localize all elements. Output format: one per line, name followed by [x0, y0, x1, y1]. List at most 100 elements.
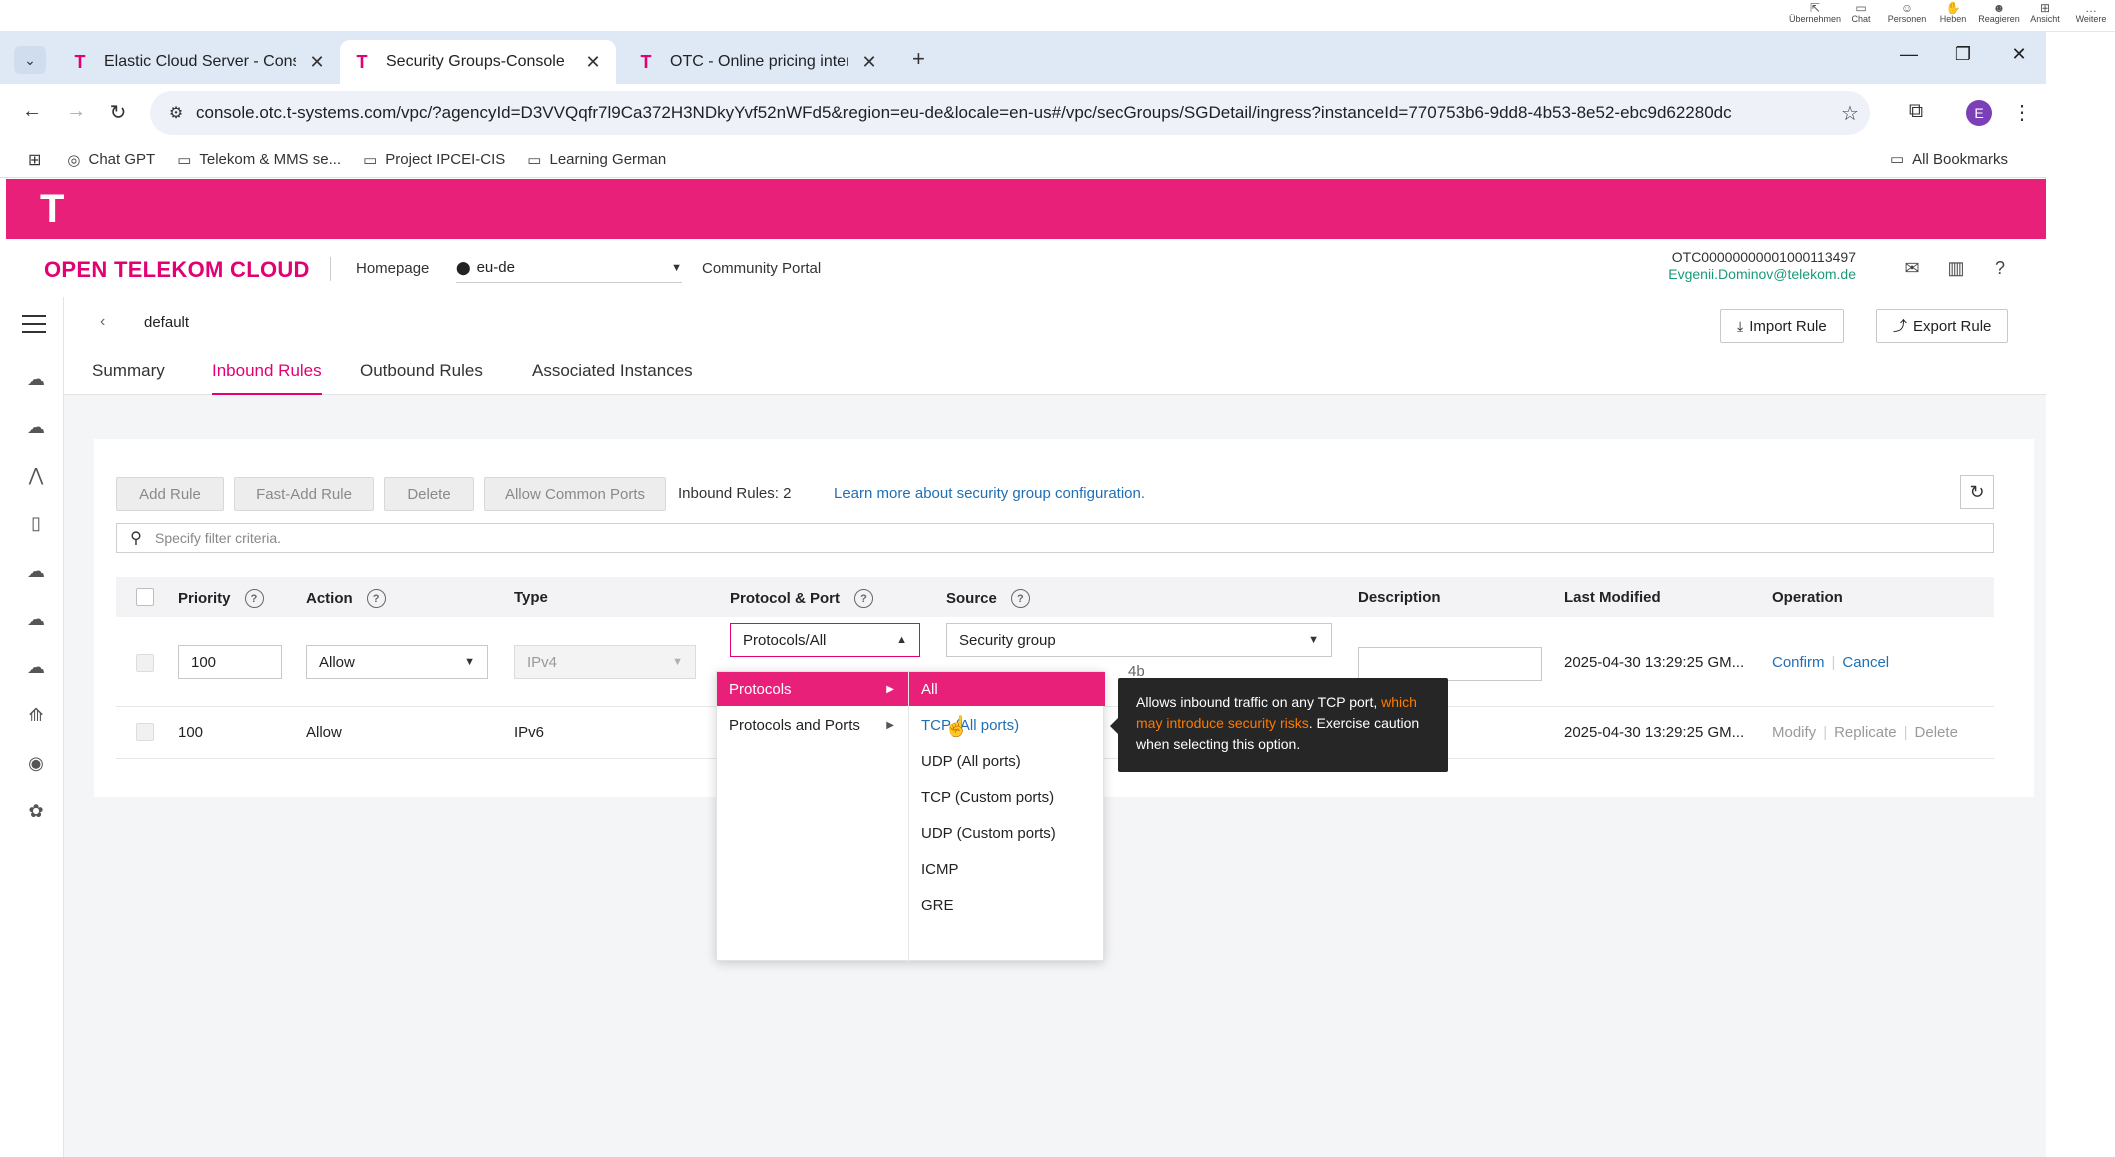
network-icon[interactable]: ⋀	[24, 463, 48, 487]
reload-icon[interactable]: ↻	[104, 100, 132, 125]
close-icon[interactable]: ✕	[858, 52, 880, 73]
bookmark-folder-german[interactable]: ▭ Learning German	[527, 151, 666, 169]
cloud-monitor-icon[interactable]: ☁	[24, 655, 48, 679]
restore-icon[interactable]: ❐	[1948, 44, 1978, 65]
export-icon: ⤴	[1893, 318, 1907, 334]
cluster-icon[interactable]: ✿	[24, 799, 48, 823]
header-action: Action?	[306, 589, 386, 608]
tab-inbound-rules[interactable]: Inbound Rules	[212, 361, 322, 395]
menu-hamburger-icon[interactable]	[22, 315, 46, 333]
browser-tab-ecs[interactable]: T Elastic Cloud Server - Console ✕	[58, 40, 340, 84]
priority-input[interactable]: 100	[178, 645, 282, 679]
forward-arrow-icon[interactable]: →	[62, 100, 90, 123]
source-type-select[interactable]: Security group ▼	[946, 623, 1332, 657]
bookmark-star-icon[interactable]: ☆	[1830, 101, 1870, 126]
community-portal-link[interactable]: Community Portal	[702, 260, 821, 277]
tab-summary[interactable]: Summary	[92, 361, 165, 395]
option-udp-all-ports[interactable]: UDP (All ports)	[909, 744, 1105, 778]
allow-common-ports-button[interactable]: Allow Common Ports	[484, 477, 666, 511]
add-rule-button[interactable]: Add Rule	[116, 477, 224, 511]
confirm-link[interactable]: Confirm	[1772, 654, 1825, 671]
ip-icon[interactable]: ◉	[24, 751, 48, 775]
people-button[interactable]: ☺ Personen	[1887, 0, 1927, 32]
tab-outbound-rules[interactable]: Outbound Rules	[360, 361, 483, 395]
minimize-icon[interactable]: —	[1894, 44, 1924, 65]
deploy-icon[interactable]: ⟰	[24, 703, 48, 727]
browser-menu-icon[interactable]: ⋮	[2008, 100, 2036, 125]
option-tcp-custom-ports[interactable]: TCP (Custom ports)	[909, 780, 1105, 814]
react-button[interactable]: ☻ Reagieren	[1978, 0, 2020, 32]
homepage-link[interactable]: Homepage	[356, 260, 429, 277]
bookmark-folder-ipcei[interactable]: ▭ Project IPCEI-CIS	[363, 151, 505, 169]
window-close-icon[interactable]: ✕	[2004, 44, 2034, 65]
chat-button[interactable]: ▭ Chat	[1841, 0, 1881, 32]
option-udp-custom-ports[interactable]: UDP (Custom ports)	[909, 816, 1105, 850]
bookmark-chat-gpt[interactable]: ◎ Chat GPT	[67, 151, 155, 169]
back-arrow-icon[interactable]: ←	[18, 100, 46, 123]
new-tab-button[interactable]: +	[912, 46, 925, 72]
cloud-database-icon[interactable]: ☁	[24, 607, 48, 631]
browser-tab-pricing[interactable]: T OTC - Online pricing interface ✕	[624, 40, 892, 84]
view-button[interactable]: ⊞ Ansicht	[2025, 0, 2065, 32]
delete-button[interactable]: Delete	[384, 477, 474, 511]
row-checkbox[interactable]	[136, 654, 154, 672]
profile-avatar[interactable]: E	[1966, 100, 1992, 126]
select-all-checkbox[interactable]	[136, 588, 154, 606]
option-gre[interactable]: GRE	[909, 888, 1105, 922]
browser-tab-security-groups[interactable]: T Security Groups-Console ✕	[340, 40, 616, 84]
action-select[interactable]: Allow ▼	[306, 645, 488, 679]
all-bookmarks[interactable]: ▭ All Bookmarks	[1889, 150, 2008, 169]
description-input[interactable]	[1358, 647, 1542, 681]
cloud-service-icon[interactable]: ☁	[24, 367, 48, 391]
help-circle-icon[interactable]: ?	[366, 589, 386, 608]
bookmark-folder-telekom[interactable]: ▭ Telekom & MMS se...	[177, 151, 341, 169]
url-text[interactable]: console.otc.t-systems.com/vpc/?agencyId=…	[196, 103, 1830, 123]
option-tcp-all-ports[interactable]: TCP (All ports)	[909, 708, 1105, 742]
tab-associated-instances[interactable]: Associated Instances	[532, 361, 693, 395]
site-info-icon[interactable]: ⚙	[156, 103, 196, 123]
option-icmp[interactable]: ICMP	[909, 852, 1105, 886]
telekom-logo[interactable]: T	[40, 189, 64, 229]
refresh-icon[interactable]: ↻	[1960, 475, 1994, 509]
row-checkbox[interactable]	[136, 723, 154, 741]
mail-icon[interactable]: ✉	[1900, 258, 1924, 279]
modify-link[interactable]: Modify	[1772, 724, 1816, 741]
share-screen-icon: ⇱	[1809, 1, 1821, 15]
option-all[interactable]: All	[909, 672, 1105, 706]
storage-icon[interactable]: ▯	[24, 511, 48, 535]
close-icon[interactable]: ✕	[306, 52, 328, 73]
learn-more-link[interactable]: Learn more about security group configur…	[834, 485, 1145, 502]
apps-grid-icon[interactable]: ⊞	[28, 150, 41, 170]
usage-chart-icon[interactable]: ▥	[1944, 258, 1968, 279]
folder-icon: ▭	[1889, 151, 1905, 168]
import-rule-button[interactable]: ⤓ Import Rule	[1720, 309, 1844, 343]
account-info[interactable]: OTC00000000001000113497 Evgenii.Dominov@…	[1668, 249, 1856, 283]
share-screen-button[interactable]: ⇱ Übernehmen	[1789, 0, 1841, 32]
export-rule-button[interactable]: ⤴ Export Rule	[1876, 309, 2009, 343]
back-chevron-icon[interactable]: ‹	[100, 313, 105, 331]
close-icon[interactable]: ✕	[582, 52, 604, 73]
replicate-link[interactable]: Replicate	[1834, 724, 1897, 741]
type-select[interactable]: IPv4 ▼	[514, 645, 696, 679]
help-circle-icon[interactable]: ?	[854, 589, 874, 608]
cloud-backup-icon[interactable]: ☁	[24, 559, 48, 583]
tab-search-button[interactable]: ⌄	[14, 46, 46, 74]
cloud-server-icon[interactable]: ☁	[24, 415, 48, 439]
extensions-icon[interactable]: ⧉	[1902, 100, 1930, 123]
bookmarks-bar: ⊞ ◎ Chat GPT ▭ Telekom & MMS se... ▭ Projec…	[0, 142, 2046, 178]
more-button[interactable]: … Weitere	[2071, 0, 2111, 32]
filter-input[interactable]: ⚲ Specify filter criteria.	[116, 523, 1994, 553]
protocol-select[interactable]: Protocols/All ▲	[730, 623, 920, 657]
help-circle-icon[interactable]: ?	[244, 589, 264, 608]
help-circle-icon[interactable]: ?	[1010, 589, 1030, 608]
address-bar[interactable]: ⚙ console.otc.t-systems.com/vpc/?agencyI…	[150, 91, 1870, 135]
delete-link[interactable]: Delete	[1915, 724, 1958, 741]
brand-title[interactable]: OPEN TELEKOM CLOUD	[44, 257, 310, 283]
raise-hand-button[interactable]: ✋ Heben	[1933, 0, 1973, 32]
help-icon[interactable]: ?	[1988, 258, 2012, 279]
fast-add-rule-button[interactable]: Fast-Add Rule	[234, 477, 374, 511]
region-selector[interactable]: ⬤ eu-de ▼	[456, 253, 682, 283]
option-protocols-and-ports[interactable]: Protocols and Ports ▶	[717, 708, 908, 742]
option-protocols[interactable]: Protocols ▶	[717, 672, 908, 706]
cancel-link[interactable]: Cancel	[1842, 654, 1889, 671]
